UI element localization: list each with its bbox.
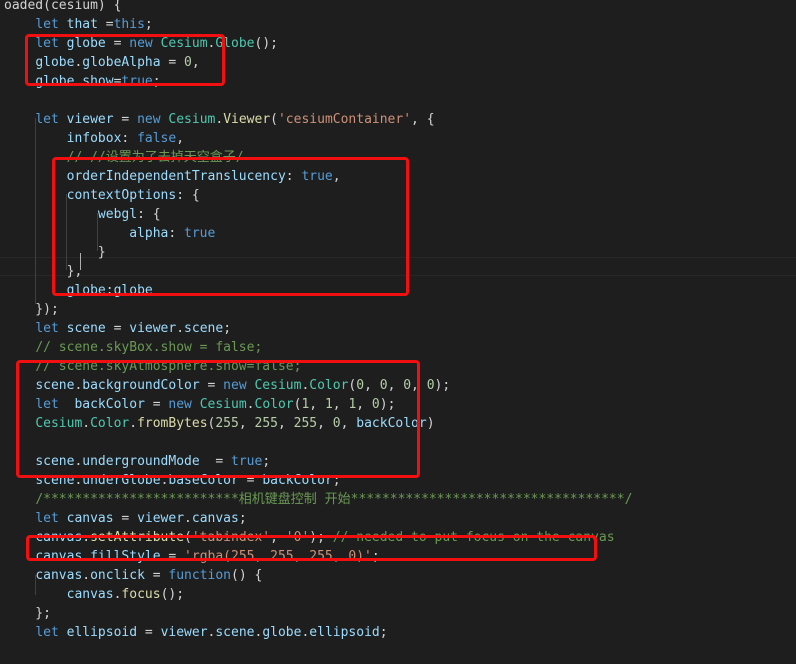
code-token: () { [231, 568, 263, 583]
code-line[interactable]: infobox: false, [4, 129, 184, 148]
code-token: scene [66, 321, 106, 336]
code-token: }); [4, 302, 59, 317]
code-token: : [121, 131, 138, 146]
highlight-box-globe-settings [25, 34, 225, 86]
code-token: ) [426, 416, 435, 431]
code-token: . [215, 112, 224, 127]
code-token: (); [254, 36, 278, 51]
code-token: . [176, 321, 185, 336]
code-token: . [184, 511, 192, 526]
code-token: new [137, 112, 161, 127]
code-token: let [35, 112, 59, 127]
code-token: (); [160, 587, 185, 602]
code-token: canvas [35, 568, 83, 583]
code-token: this [113, 17, 145, 32]
code-token: that [66, 17, 98, 32]
code-token: focus [121, 587, 161, 602]
code-token: scene [184, 321, 224, 336]
code-token: , [176, 131, 185, 146]
code-token: = [97, 17, 114, 32]
code-token: canvas [191, 511, 239, 526]
code-token: Viewer [223, 112, 271, 127]
code-token: viewer [160, 625, 208, 640]
code-token: ; [238, 511, 247, 526]
code-token: let [35, 17, 59, 32]
code-token: // scene.skyBox.show = false; [35, 340, 263, 355]
code-editor[interactable]: oaded(cesium) { let that =this; let glob… [0, 0, 796, 664]
highlight-box-context-options [52, 157, 409, 296]
code-token: Cesium [168, 112, 216, 127]
code-line[interactable]: let scene = viewer.scene; [4, 319, 231, 338]
code-token: ( [270, 112, 278, 127]
code-token: 0 [426, 378, 435, 393]
highlight-box-scene-colors [16, 360, 420, 478]
code-line[interactable]: let ellipsoid = viewer.scene.globe.ellip… [4, 623, 388, 642]
code-token: let [35, 625, 59, 640]
code-token: canvas [66, 587, 114, 602]
code-line[interactable]: let canvas = viewer.canvas; [4, 509, 247, 528]
code-token: ellipsoid [309, 625, 380, 640]
code-token: , { [411, 112, 435, 127]
code-line[interactable]: // scene.skyBox.show = false; [4, 338, 262, 357]
code-token: ; [223, 321, 232, 336]
code-token: = [105, 321, 130, 336]
code-token: globe [262, 625, 302, 640]
code-token: ; [144, 17, 153, 32]
code-token: viewer [66, 112, 114, 127]
code-token: scene [215, 625, 255, 640]
code-token: onclick [90, 568, 145, 583]
code-token: ); [434, 378, 451, 393]
code-token: }; [4, 606, 51, 621]
code-token: = [144, 568, 169, 583]
code-token: ellipsoid [66, 625, 138, 640]
code-line[interactable]: }); [4, 300, 59, 319]
code-token: function [168, 568, 232, 583]
code-token: infobox [66, 131, 122, 146]
highlight-box-fill-style [26, 535, 597, 561]
code-token: = [113, 511, 138, 526]
code-line[interactable]: let viewer = new Cesium.Viewer('cesiumCo… [4, 110, 435, 129]
code-line[interactable]: canvas.onclick = function() { [4, 566, 262, 585]
code-line[interactable]: }; [4, 604, 51, 623]
code-token: = [113, 112, 138, 127]
code-line[interactable]: canvas.focus(); [4, 585, 184, 604]
code-token: 'cesiumContainer' [277, 112, 412, 127]
code-token: let [35, 511, 59, 526]
code-token: /*************************相机键盘控制 开始*****… [35, 492, 633, 507]
code-token: ; [379, 625, 388, 640]
code-line[interactable]: /*************************相机键盘控制 开始*****… [4, 490, 632, 509]
code-token: let [35, 321, 59, 336]
code-line[interactable]: let that =this; [4, 15, 153, 34]
code-token: oaded(cesium) { [4, 0, 122, 13]
code-token: false [137, 131, 177, 146]
code-token: viewer [129, 321, 177, 336]
code-line[interactable]: oaded(cesium) { [4, 0, 121, 15]
code-token: . [82, 568, 91, 583]
code-token: viewer [137, 511, 185, 526]
code-token: = [137, 625, 161, 640]
code-token: canvas [66, 511, 114, 526]
